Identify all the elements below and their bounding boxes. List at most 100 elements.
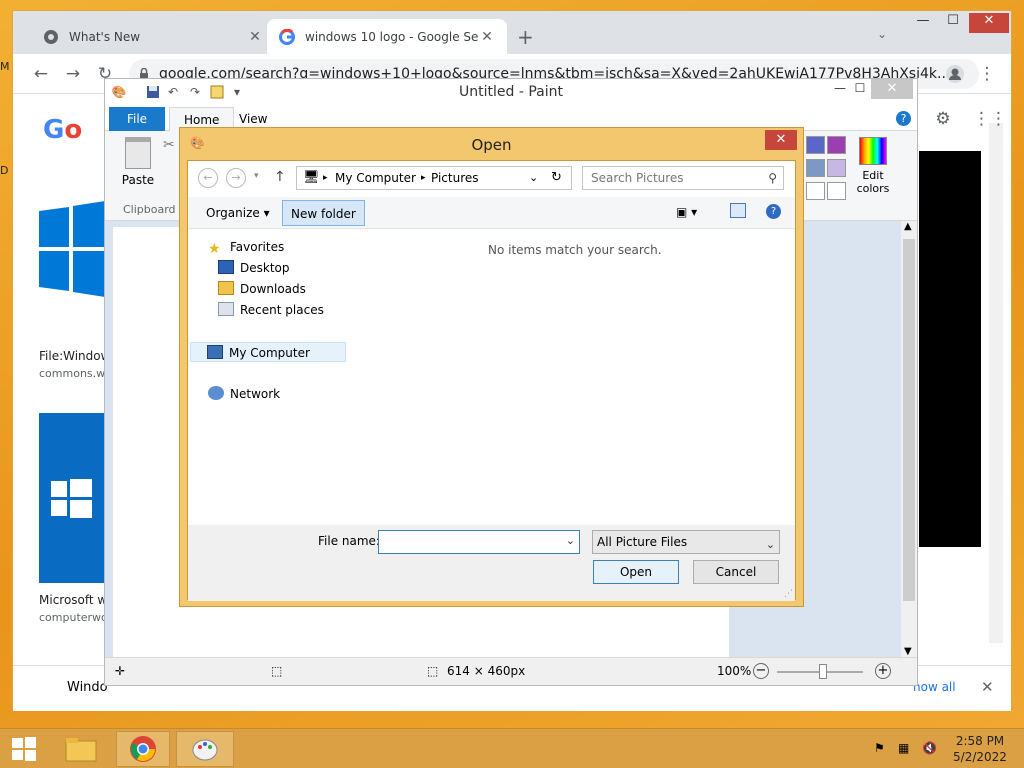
download-item-label[interactable]: Windo bbox=[67, 680, 108, 695]
color-swatch[interactable] bbox=[806, 136, 825, 154]
paint-title-bar: 🎨 ↶ ↷ ▾ Untitled - Paint — ☐ ✕ bbox=[105, 79, 917, 107]
color-swatch[interactable] bbox=[827, 182, 846, 200]
breadcrumb-my-computer[interactable]: My Computer bbox=[335, 167, 416, 189]
close-window-button[interactable]: ✕ bbox=[871, 79, 913, 99]
taskbar-chrome[interactable] bbox=[116, 731, 170, 767]
tab-google-search[interactable]: windows 10 logo - Google Searc ✕ bbox=[267, 19, 507, 54]
nav-desktop[interactable]: Desktop bbox=[218, 258, 290, 278]
image-result[interactable]: Microsoft w computerwo bbox=[39, 413, 105, 624]
nav-network-label: Network bbox=[230, 387, 281, 401]
minimize-button[interactable]: — bbox=[829, 81, 851, 99]
nav-favorites-label: Favorites bbox=[230, 240, 285, 254]
help-icon[interactable]: ? bbox=[896, 111, 911, 126]
new-tab-button[interactable]: + bbox=[517, 25, 534, 49]
cancel-button[interactable]: Cancel bbox=[693, 560, 779, 584]
nav-downloads[interactable]: Downloads bbox=[218, 279, 306, 299]
preview-panel bbox=[919, 151, 981, 547]
chevron-down-icon[interactable]: ⌄ bbox=[566, 534, 575, 547]
image-size-icon: ⬚ bbox=[427, 664, 439, 678]
file-type-value: All Picture Files bbox=[597, 535, 688, 549]
new-folder-button[interactable]: New folder bbox=[282, 200, 365, 226]
color-swatch[interactable] bbox=[827, 136, 846, 154]
edit-colors-button[interactable]: Edit colors bbox=[855, 137, 891, 195]
color-swatch[interactable] bbox=[806, 182, 825, 200]
minimize-button[interactable]: — bbox=[909, 13, 937, 33]
taskbar-paint[interactable] bbox=[176, 731, 234, 767]
windows-tile-thumbnail[interactable] bbox=[39, 413, 105, 583]
back-icon[interactable]: ← bbox=[29, 62, 53, 86]
chrome-icon bbox=[130, 736, 156, 762]
maximize-button[interactable]: ☐ bbox=[849, 81, 871, 99]
zoom-slider-thumb[interactable] bbox=[819, 664, 827, 679]
preview-pane-icon[interactable] bbox=[730, 203, 746, 218]
up-icon[interactable]: ↑ bbox=[274, 169, 286, 185]
zoom-level-label: 100% bbox=[717, 664, 752, 678]
refresh-icon[interactable]: ↻ bbox=[551, 167, 562, 189]
cursor-position-icon: ✛ bbox=[115, 664, 126, 678]
start-button[interactable] bbox=[0, 731, 48, 767]
file-type-select[interactable]: All Picture Files ⌄ bbox=[592, 530, 780, 554]
tab-file[interactable]: File bbox=[109, 107, 165, 131]
image-result[interactable]: File:Windows commons.w bbox=[39, 161, 105, 380]
change-view-icon[interactable]: ▣ ▾ bbox=[676, 205, 697, 219]
volume-muted-icon[interactable]: 🔇 bbox=[922, 741, 937, 755]
paste-button[interactable]: Paste bbox=[119, 137, 157, 187]
nav-favorites[interactable]: ★ Favorites bbox=[208, 237, 284, 257]
forward-icon[interactable]: → bbox=[61, 62, 85, 86]
file-name-input[interactable]: ⌄ bbox=[378, 530, 580, 554]
zoom-in-icon[interactable]: + bbox=[875, 663, 891, 679]
profile-icon[interactable] bbox=[943, 62, 967, 86]
command-bar: Organize ▾ New folder ▣ ▾ ? bbox=[188, 197, 795, 229]
tab-search-icon[interactable]: ⌄ bbox=[877, 27, 887, 41]
search-input[interactable]: Search Pictures ⚲ bbox=[582, 166, 784, 190]
page-scrollbar[interactable] bbox=[989, 123, 1003, 643]
network-tray-icon[interactable]: ▦ bbox=[898, 741, 909, 755]
search-icon[interactable]: ⚲ bbox=[768, 167, 777, 189]
downloads-folder-icon bbox=[218, 281, 234, 295]
show-all-button[interactable]: how all bbox=[913, 680, 956, 694]
nav-my-computer[interactable]: My Computer bbox=[190, 342, 346, 362]
chevron-down-icon[interactable]: ⌄ bbox=[766, 534, 775, 556]
close-tab-icon[interactable]: ✕ bbox=[479, 29, 495, 45]
color-swatch[interactable] bbox=[827, 159, 846, 177]
scrollbar-thumb[interactable] bbox=[903, 239, 915, 601]
windows-logo-thumbnail[interactable] bbox=[39, 161, 105, 339]
cut-icon[interactable]: ✂ bbox=[163, 137, 175, 153]
back-icon[interactable]: ← bbox=[198, 168, 218, 188]
scroll-up-icon[interactable]: ▲ bbox=[904, 221, 912, 232]
organize-button[interactable]: Organize ▾ bbox=[198, 200, 278, 226]
recent-locations-icon[interactable]: ▾ bbox=[254, 171, 259, 181]
tab-whats-new[interactable]: What's New ✕ bbox=[31, 19, 275, 54]
nav-recent-places[interactable]: Recent places bbox=[218, 300, 324, 320]
more-menu-icon[interactable]: ⋮ bbox=[975, 62, 999, 86]
open-button[interactable]: Open bbox=[593, 560, 679, 584]
open-dialog: 🎨 Open ✕ ← → ▾ ↑ 🖥 ▸ My Computer ▸ Pictu… bbox=[179, 127, 804, 607]
resize-grip-icon[interactable]: ⋰ bbox=[784, 589, 793, 599]
close-downloads-bar-icon[interactable]: ✕ bbox=[981, 678, 994, 696]
canvas-vertical-scrollbar[interactable]: ▲ ▼ bbox=[901, 221, 917, 657]
close-dialog-button[interactable]: ✕ bbox=[765, 130, 797, 150]
system-clock[interactable]: 2:58 PM 5/2/2022 bbox=[942, 733, 1018, 765]
forward-icon[interactable]: → bbox=[226, 168, 246, 188]
address-dropdown-icon[interactable]: ⌄ bbox=[529, 167, 538, 189]
result-caption: Microsoft w bbox=[39, 593, 105, 607]
network-icon bbox=[208, 386, 224, 400]
breadcrumb-pictures[interactable]: Pictures bbox=[431, 167, 479, 189]
color-swatch[interactable] bbox=[806, 159, 825, 177]
help-icon[interactable]: ? bbox=[766, 204, 781, 219]
taskbar-file-explorer[interactable] bbox=[54, 731, 108, 767]
nav-network[interactable]: Network bbox=[208, 384, 280, 404]
action-center-flag-icon[interactable]: ⚑ bbox=[874, 741, 885, 755]
breadcrumb-chevron-icon: ▸ bbox=[323, 173, 328, 183]
folder-icon bbox=[65, 738, 97, 762]
maximize-button[interactable]: ☐ bbox=[939, 13, 967, 33]
settings-gear-icon[interactable]: ⚙ bbox=[931, 107, 955, 131]
zoom-out-icon[interactable]: − bbox=[753, 663, 769, 679]
apps-grid-icon[interactable]: ⋮⋮ bbox=[973, 107, 1007, 131]
close-tab-icon[interactable]: ✕ bbox=[247, 29, 263, 45]
file-name-label: File name: bbox=[318, 534, 380, 548]
star-icon: ★ bbox=[208, 241, 221, 257]
scroll-down-icon[interactable]: ▼ bbox=[904, 646, 912, 657]
close-window-button[interactable]: ✕ bbox=[969, 13, 1009, 33]
address-breadcrumb[interactable]: 🖥 ▸ My Computer ▸ Pictures ⌄ ↻ bbox=[296, 166, 572, 190]
